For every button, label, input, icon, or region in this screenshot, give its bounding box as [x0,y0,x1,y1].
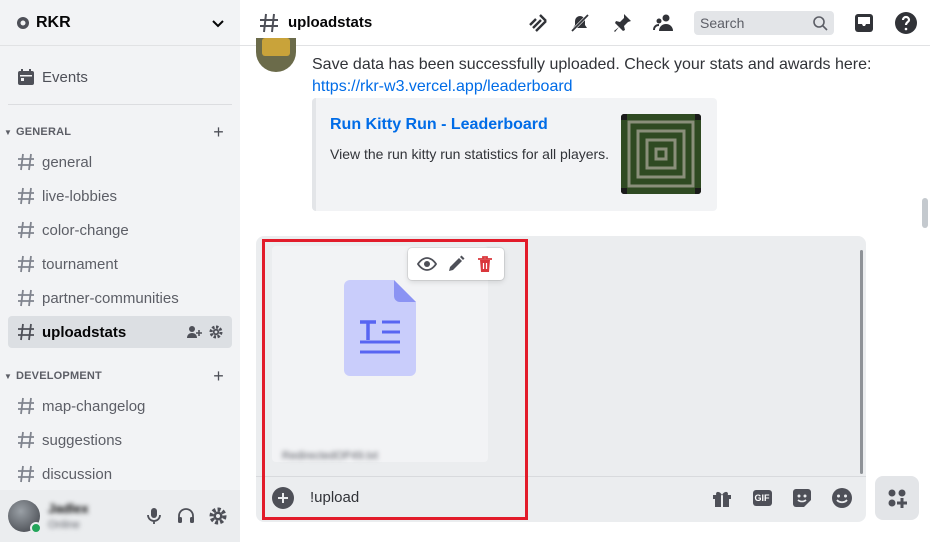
sidebar-item-tournament[interactable]: tournament [8,248,232,280]
chevron-down-icon[interactable] [210,15,226,31]
headphones-icon[interactable] [176,506,196,526]
sticker-icon[interactable] [790,486,814,510]
link-embed: Run Kitty Run - Leaderboard View the run… [312,98,717,211]
composer-divider [256,476,866,477]
sidebar-item-partner-communities[interactable]: partner-communities [8,282,232,314]
apps-icon [888,489,907,508]
channel-name: suggestions [42,431,123,449]
hash-icon [16,288,36,308]
server-icon [16,16,30,30]
user-info[interactable]: Jadlex Online [48,501,144,531]
notification-bell-muted-icon[interactable] [568,11,592,35]
channel-title: uploadstats [288,14,373,31]
channel-name: color-change [42,221,129,239]
inbox-icon[interactable] [852,11,876,35]
gear-icon[interactable] [208,324,224,340]
pencil-icon[interactable] [446,254,466,274]
hash-icon [16,396,36,416]
gift-icon[interactable] [710,486,734,510]
search-input[interactable]: Search [694,11,834,35]
events-label: Events [42,68,88,86]
channel-name: discussion [42,465,113,483]
gif-icon[interactable]: GIF [750,486,774,510]
embed-thumbnail[interactable] [621,114,701,194]
channel-name: map-changelog [42,397,146,415]
caret-down-icon: ▼ [4,371,13,381]
online-status-icon [30,522,42,534]
pin-icon[interactable] [610,11,634,35]
category-label: GENERAL [16,126,72,138]
author-avatar[interactable] [256,38,296,72]
avatar[interactable] [8,500,42,534]
attachment-filename: RedirectedOP49.txt [282,450,378,462]
channel-name: tournament [42,255,118,273]
channel-sidebar: RKR Events ▼ GENERAL + general live-lobb… [0,0,240,542]
calendar-icon [16,67,36,87]
add-channel-icon[interactable]: + [213,122,224,143]
threads-icon[interactable] [526,11,550,35]
divider [8,104,232,105]
channel-name: general [42,153,93,171]
search-placeholder: Search [700,15,745,31]
hash-icon [16,152,36,172]
server-header[interactable]: RKR [0,0,240,46]
channel-name: partner-communities [42,289,179,307]
attachment-toolbar [408,248,504,280]
add-channel-icon[interactable]: + [213,366,224,387]
message-text: Save data has been successfully uploaded… [312,56,872,73]
trash-icon[interactable] [475,254,495,274]
upload-plus-button[interactable] [272,487,294,509]
sidebar-item-live-lobbies[interactable]: live-lobbies [8,180,232,212]
text-file-icon [344,280,416,376]
message-composer: RedirectedOP49.txt !upload GIF [256,236,866,522]
messages-scrollbar[interactable] [920,46,930,246]
settings-gear-icon[interactable] [208,506,228,526]
caret-down-icon: ▼ [4,127,13,137]
create-invite-icon[interactable] [186,324,202,340]
category-general[interactable]: ▼ GENERAL + [4,122,228,142]
sidebar-item-suggestions[interactable]: suggestions [8,424,232,456]
sidebar-item-discussion[interactable]: discussion [8,458,232,490]
sidebar-item-map-changelog[interactable]: map-changelog [8,390,232,422]
leaderboard-link[interactable]: https://rkr-w3.vercel.app/leaderboard [312,76,573,98]
emoji-icon[interactable] [830,486,854,510]
hash-icon [16,254,36,274]
hash-icon [16,322,36,342]
hash-icon [16,220,36,240]
hash-icon [16,464,36,484]
eye-icon[interactable] [416,254,437,274]
member-list-icon[interactable] [652,11,676,35]
category-development[interactable]: ▼ DEVELOPMENT + [4,366,228,386]
username: Jadlex [48,501,89,516]
sidebar-item-color-change[interactable]: color-change [8,214,232,246]
channel-header: uploadstats Search [240,0,930,46]
hash-icon [16,430,36,450]
message-input[interactable]: !upload [310,489,359,506]
sidebar-item-uploadstats[interactable]: uploadstats [8,316,232,348]
sidebar-item-general[interactable]: general [8,146,232,178]
server-name: RKR [36,13,71,31]
composer-scrollbar[interactable] [860,250,863,474]
hash-icon [258,12,280,34]
category-label: DEVELOPMENT [16,370,102,382]
search-icon [812,15,828,31]
hash-icon [16,186,36,206]
user-panel: Jadlex Online [0,490,240,542]
sidebar-item-events[interactable]: Events [8,62,232,92]
channel-name: uploadstats [42,323,127,341]
microphone-icon[interactable] [144,506,164,526]
embed-title[interactable]: Run Kitty Run - Leaderboard [330,116,548,134]
help-icon[interactable] [894,11,918,35]
user-status: Online [48,519,80,531]
channel-name: live-lobbies [42,187,118,205]
embed-description: View the run kitty run statistics for al… [330,146,610,162]
apps-button[interactable] [875,476,919,520]
